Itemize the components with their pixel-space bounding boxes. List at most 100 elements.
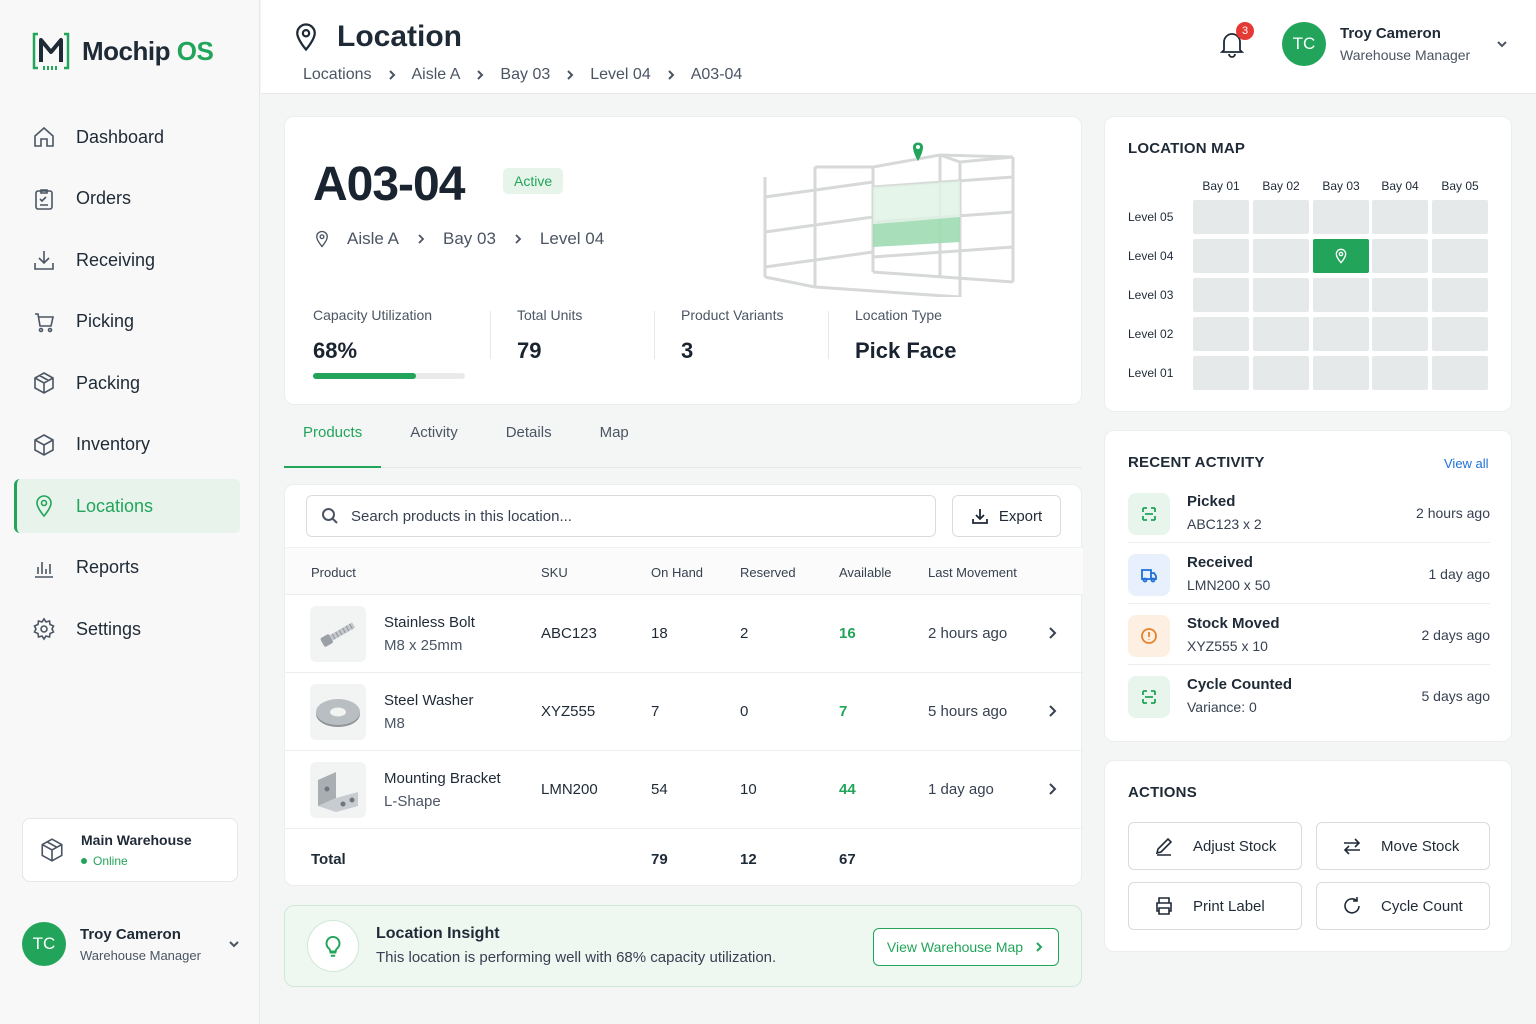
sidebar-item-settings[interactable]: Settings (14, 602, 240, 656)
tab-products[interactable]: Products (284, 424, 382, 468)
reserved-cell: 10 (740, 781, 757, 798)
activity-item[interactable]: Cycle Counted Variance: 0 5 days ago (1128, 666, 1490, 726)
tab-map[interactable]: Map (581, 424, 648, 468)
button-label: Print Label (1193, 897, 1265, 915)
map-cell[interactable] (1253, 200, 1309, 234)
warehouse-status: Online (81, 854, 192, 868)
sidebar-item-packing[interactable]: Packing (14, 356, 240, 410)
adjust-stock-button[interactable]: Adjust Stock (1128, 822, 1302, 870)
tab-details[interactable]: Details (487, 424, 571, 468)
map-cell[interactable] (1372, 200, 1428, 234)
notifications-button[interactable]: 3 (1219, 22, 1254, 58)
bay-label: Bay 01 (1202, 179, 1240, 193)
column-header-sku[interactable]: SKU (541, 565, 568, 580)
search-input[interactable] (351, 507, 911, 525)
warehouse-selector[interactable]: Main Warehouse Online (22, 818, 238, 882)
map-cell[interactable] (1193, 356, 1249, 390)
breadcrumb-item[interactable]: Aisle A (412, 66, 461, 84)
divider (828, 311, 829, 359)
map-cell[interactable] (1193, 317, 1249, 351)
breadcrumb-item[interactable]: Level 04 (590, 66, 651, 84)
map-cell[interactable] (1313, 278, 1369, 312)
activity-title: Picked (1187, 493, 1236, 510)
product-name: Mounting Bracket (384, 770, 501, 787)
actions-card: ACTIONS Adjust Stock Move Stock Print La… (1104, 760, 1512, 952)
map-cell[interactable] (1253, 278, 1309, 312)
header-user-menu[interactable]: TC Troy Cameron Warehouse Manager (1282, 22, 1510, 66)
row-open-button[interactable] (1045, 704, 1059, 718)
export-button[interactable]: Export (952, 495, 1061, 537)
map-cell[interactable] (1432, 278, 1488, 312)
map-cell[interactable] (1432, 317, 1488, 351)
total-reserved: 12 (740, 851, 757, 868)
table-row[interactable]: Mounting Bracket L-Shape LMN200 54 10 44… (285, 751, 1083, 829)
sidebar-item-receiving[interactable]: Receiving (14, 233, 240, 287)
activity-item[interactable]: Picked ABC123 x 2 2 hours ago (1128, 483, 1490, 543)
map-cell[interactable] (1313, 200, 1369, 234)
sidebar-item-locations[interactable]: Locations (14, 479, 240, 533)
sidebar-item-inventory[interactable]: Inventory (14, 418, 240, 472)
activity-title: Received (1187, 554, 1253, 571)
on-hand-cell: 18 (651, 625, 668, 642)
breadcrumb-item[interactable]: Bay 03 (500, 66, 550, 84)
box-icon (34, 372, 54, 394)
column-header-available[interactable]: Available (839, 565, 892, 580)
map-cell[interactable] (1372, 317, 1428, 351)
map-cell[interactable] (1193, 239, 1249, 273)
chevron-down-icon[interactable] (1494, 36, 1510, 52)
view-all-link[interactable]: View all (1444, 456, 1489, 471)
map-cell[interactable] (1372, 278, 1428, 312)
column-header-last-movement[interactable]: Last Movement (928, 565, 1017, 580)
tab-activity[interactable]: Activity (391, 424, 477, 468)
print-label-button[interactable]: Print Label (1128, 882, 1302, 930)
chevron-down-icon[interactable] (226, 936, 242, 952)
chevron-right-icon (515, 234, 522, 244)
map-cell[interactable] (1432, 239, 1488, 273)
sidebar-item-reports[interactable]: Reports (14, 541, 240, 595)
breadcrumb-item[interactable]: Locations (303, 66, 372, 84)
map-cell[interactable] (1253, 356, 1309, 390)
map-cell[interactable] (1253, 239, 1309, 273)
activity-item[interactable]: Stock Moved XYZ555 x 10 2 days ago (1128, 605, 1490, 665)
stat-location-type: Location Type Pick Face (855, 307, 957, 364)
column-header-on-hand[interactable]: On Hand (651, 565, 703, 580)
sidebar-item-orders[interactable]: Orders (14, 172, 240, 226)
map-cell[interactable] (1432, 356, 1488, 390)
on-hand-cell: 54 (651, 781, 668, 798)
sidebar-user-menu[interactable]: TC Troy Cameron Warehouse Manager (22, 922, 242, 966)
chevron-right-icon (1049, 783, 1057, 795)
map-cell[interactable] (1432, 200, 1488, 234)
warehouse-name: Main Warehouse (81, 832, 192, 848)
map-cell[interactable] (1372, 239, 1428, 273)
on-hand-cell: 7 (651, 703, 660, 720)
view-warehouse-map-button[interactable]: View Warehouse Map (873, 928, 1059, 966)
chevron-right-icon (388, 70, 395, 80)
table-row[interactable]: Stainless Bolt M8 x 25mm ABC123 18 2 16 … (285, 595, 1083, 673)
stat-value: 68% (313, 338, 358, 363)
table-row[interactable]: Steel Washer M8 XYZ555 7 0 7 5 hours ago (285, 673, 1083, 751)
map-cell[interactable] (1193, 200, 1249, 234)
map-cell[interactable] (1313, 317, 1369, 351)
row-open-button[interactable] (1045, 626, 1059, 640)
logo[interactable]: Mochip OS (30, 30, 214, 72)
column-header-reserved[interactable]: Reserved (740, 565, 796, 580)
move-stock-button[interactable]: Move Stock (1316, 822, 1490, 870)
map-cell[interactable] (1193, 278, 1249, 312)
activity-detail: ABC123 x 2 (1187, 516, 1262, 532)
column-header-product[interactable]: Product (311, 565, 356, 580)
row-open-button[interactable] (1045, 782, 1059, 796)
map-cell[interactable] (1313, 356, 1369, 390)
activity-item[interactable]: Received LMN200 x 50 1 day ago (1128, 544, 1490, 604)
location-pin-icon (36, 495, 52, 518)
map-cell[interactable] (1372, 356, 1428, 390)
sidebar-item-dashboard[interactable]: Dashboard (14, 110, 240, 164)
sidebar-item-label: Inventory (76, 434, 151, 454)
sidebar-item-picking[interactable]: Picking (14, 295, 240, 349)
sidebar-item-label: Dashboard (76, 126, 165, 147)
cycle-count-button[interactable]: Cycle Count (1316, 882, 1490, 930)
map-cell-selected[interactable] (1313, 239, 1369, 273)
user-role: Warehouse Manager (80, 947, 201, 963)
location-pin-icon (316, 230, 328, 248)
sidebar-item-label: Settings (76, 618, 142, 639)
map-cell[interactable] (1253, 317, 1309, 351)
